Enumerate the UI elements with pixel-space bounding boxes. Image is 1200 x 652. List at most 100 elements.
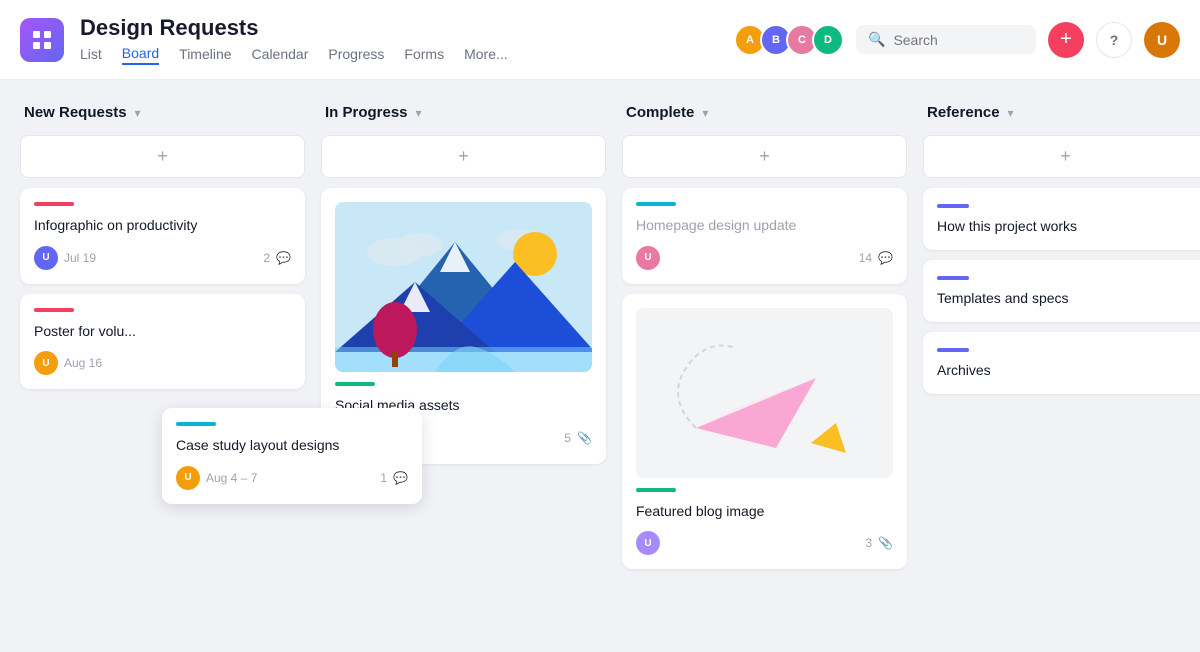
card-color-bar — [335, 382, 375, 386]
card-avatar: U — [636, 246, 660, 270]
column-header-new-requests: New Requests ▾ — [20, 104, 305, 121]
column-reference: Reference ▾ + How this project works Tem… — [923, 104, 1200, 628]
card-how-project[interactable]: How this project works — [923, 188, 1200, 250]
card-color-bar — [176, 422, 216, 426]
tab-list[interactable]: List — [80, 46, 102, 64]
nav-tabs: List Board Timeline Calendar Progress Fo… — [80, 45, 718, 65]
tab-board[interactable]: Board — [122, 45, 159, 65]
header-right: A B C D 🔍 + ? U — [734, 22, 1180, 58]
column-title-reference: Reference — [927, 104, 1000, 121]
column-header-reference: Reference ▾ — [923, 104, 1200, 121]
tab-progress[interactable]: Progress — [328, 46, 384, 64]
comment-count: 5 — [564, 431, 571, 445]
comment-count: 1 — [380, 471, 387, 485]
title-nav: Design Requests List Board Timeline Cale… — [80, 15, 718, 65]
user-avatar[interactable]: U — [1144, 22, 1180, 58]
floating-card-case-study[interactable]: Case study layout designs U Aug 4 – 7 1 … — [162, 408, 422, 504]
ref-title: Archives — [937, 362, 1194, 378]
add-button[interactable]: + — [1048, 22, 1084, 58]
card-color-bar — [34, 308, 74, 312]
attachment-icon: 📎 — [878, 536, 893, 550]
add-card-button-reference[interactable]: + — [923, 135, 1200, 178]
card-actions: 14 💬 — [859, 251, 893, 265]
card-color-bar — [636, 202, 676, 206]
comment-count: 3 — [865, 536, 872, 550]
column-header-complete: Complete ▾ — [622, 104, 907, 121]
tab-forms[interactable]: Forms — [404, 46, 444, 64]
card-title: Poster for volu... — [34, 322, 291, 342]
ref-color-bar — [937, 204, 969, 208]
card-blog-image[interactable]: Featured blog image U 3 📎 — [622, 294, 907, 570]
column-complete: Complete ▾ + Homepage design update U 14… — [622, 104, 907, 628]
column-title-new-requests: New Requests — [24, 104, 127, 121]
tab-calendar[interactable]: Calendar — [252, 46, 309, 64]
attachment-icon: 📎 — [577, 431, 592, 445]
card-color-bar — [34, 202, 74, 206]
card-footer: U Aug 4 – 7 1 💬 — [176, 466, 408, 490]
card-actions: 3 📎 — [865, 536, 893, 550]
comment-icon: 💬 — [878, 251, 893, 265]
project-title: Design Requests — [80, 15, 718, 41]
card-color-bar — [636, 488, 676, 492]
tab-more[interactable]: More... — [464, 46, 508, 64]
card-actions: 5 📎 — [564, 431, 592, 445]
comment-icon: 💬 — [393, 471, 408, 485]
card-meta: U Jul 19 — [34, 246, 96, 270]
card-infographic[interactable]: Infographic on productivity U Jul 19 2 💬 — [20, 188, 305, 284]
card-date: Jul 19 — [64, 251, 96, 265]
card-title: Featured blog image — [636, 502, 893, 522]
header: Design Requests List Board Timeline Cale… — [0, 0, 1200, 80]
card-avatar: U — [34, 351, 58, 375]
card-date: Aug 16 — [64, 356, 102, 370]
add-card-button-complete[interactable]: + — [622, 135, 907, 178]
comment-icon: 💬 — [276, 251, 291, 265]
card-footer: U Jul 19 2 💬 — [34, 246, 291, 270]
card-actions: 1 💬 — [380, 471, 408, 485]
column-header-in-progress: In Progress ▾ — [321, 104, 606, 121]
card-homepage[interactable]: Homepage design update U 14 💬 — [622, 188, 907, 284]
avatar: D — [812, 24, 844, 56]
card-archives[interactable]: Archives — [923, 332, 1200, 394]
board: New Requests ▾ + Infographic on producti… — [0, 80, 1200, 652]
add-card-button-in-progress[interactable]: + — [321, 135, 606, 178]
card-templates[interactable]: Templates and specs — [923, 260, 1200, 322]
comment-count: 14 — [859, 251, 872, 265]
card-avatar: U — [636, 531, 660, 555]
search-bar[interactable]: 🔍 — [856, 25, 1036, 54]
card-avatar: U — [34, 246, 58, 270]
card-image-plane — [636, 308, 893, 478]
card-title: Infographic on productivity — [34, 216, 291, 236]
ref-title: How this project works — [937, 218, 1194, 234]
card-meta: U — [636, 531, 660, 555]
chevron-down-icon[interactable]: ▾ — [416, 106, 422, 120]
card-meta: U — [636, 246, 660, 270]
chevron-down-icon[interactable]: ▾ — [135, 106, 141, 120]
card-poster[interactable]: Poster for volu... U Aug 16 — [20, 294, 305, 390]
card-avatar: U — [176, 466, 200, 490]
comment-count: 2 — [263, 251, 270, 265]
board-icon — [30, 28, 54, 52]
column-title-complete: Complete — [626, 104, 694, 121]
column-new-requests: New Requests ▾ + Infographic on producti… — [20, 104, 305, 628]
add-card-button-new-requests[interactable]: + — [20, 135, 305, 178]
chevron-down-icon[interactable]: ▾ — [702, 106, 708, 120]
card-footer: U 3 📎 — [636, 531, 893, 555]
card-footer: U Aug 16 — [34, 351, 291, 375]
tab-timeline[interactable]: Timeline — [179, 46, 231, 64]
card-actions: 2 💬 — [263, 251, 291, 265]
search-input[interactable] — [893, 32, 1024, 48]
column-title-in-progress: In Progress — [325, 104, 408, 121]
card-image-mountain — [335, 202, 592, 372]
app-icon[interactable] — [20, 18, 64, 62]
chevron-down-icon[interactable]: ▾ — [1008, 106, 1014, 120]
card-title: Case study layout designs — [176, 436, 408, 456]
card-title: Homepage design update — [636, 216, 893, 236]
team-avatars: A B C D — [734, 24, 844, 56]
column-in-progress: In Progress ▾ + — [321, 104, 606, 628]
card-meta: U Aug 4 – 7 — [176, 466, 257, 490]
help-button[interactable]: ? — [1096, 22, 1132, 58]
ref-color-bar — [937, 276, 969, 280]
ref-color-bar — [937, 348, 969, 352]
card-date: Aug 4 – 7 — [206, 471, 257, 485]
search-icon: 🔍 — [868, 31, 885, 48]
